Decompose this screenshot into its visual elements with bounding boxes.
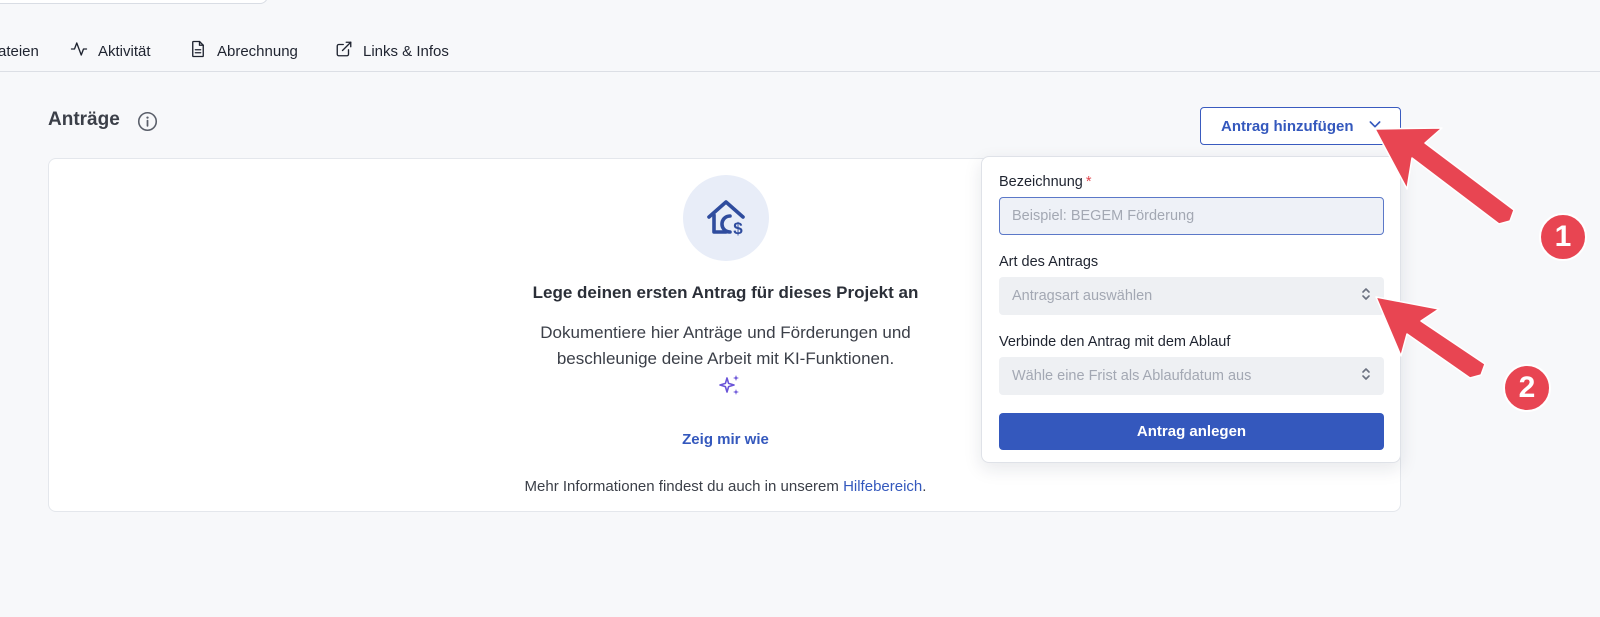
tab-activity-label: Aktivität xyxy=(98,42,151,60)
name-field-label-text: Bezeichnung xyxy=(999,174,1083,190)
tab-files[interactable]: ateien xyxy=(0,41,39,61)
tab-links[interactable]: Links & Infos xyxy=(335,41,449,61)
document-icon xyxy=(189,40,207,62)
help-center-link[interactable]: Hilfebereich xyxy=(843,478,922,495)
show-me-link-label: Zeig mir wie xyxy=(682,431,769,448)
tab-billing[interactable]: Abrechnung xyxy=(189,40,298,62)
tab-links-label: Links & Infos xyxy=(363,42,449,60)
application-type-select[interactable]: Antragsart auswählen xyxy=(999,277,1384,315)
help-footer: Mehr Informationen findest du auch in un… xyxy=(49,478,1402,495)
required-marker: * xyxy=(1085,174,1092,190)
add-application-popover: Bezeichnung* Art des Antrags Antragsart … xyxy=(981,156,1401,463)
type-field-label: Art des Antrags xyxy=(999,254,1099,270)
add-application-label: Antrag hinzufügen xyxy=(1221,117,1354,135)
create-application-button[interactable]: Antrag anlegen xyxy=(999,413,1384,450)
application-type-placeholder: Antragsart auswählen xyxy=(1012,288,1153,304)
deadline-placeholder: Wähle eine Frist als Ablaufdatum aus xyxy=(1012,368,1252,384)
section-title: Anträge xyxy=(48,109,120,130)
info-icon[interactable] xyxy=(137,111,158,132)
help-footer-suffix: . xyxy=(922,478,927,495)
annotation-badge-2: 2 xyxy=(1503,364,1551,412)
activity-icon xyxy=(70,40,88,62)
annotation-arrow-2 xyxy=(1375,296,1486,379)
external-link-icon xyxy=(335,40,353,62)
house-dollar-icon: $ xyxy=(683,175,769,261)
tab-activity[interactable]: Aktivität xyxy=(70,41,151,61)
annotation-badge-1: 1 xyxy=(1539,213,1587,261)
name-field-label: Bezeichnung * xyxy=(999,174,1092,190)
deadline-field-label: Verbinde den Antrag mit dem Ablauf xyxy=(999,334,1231,350)
annotation-arrows xyxy=(1374,127,1515,379)
deadline-select[interactable]: Wähle eine Frist als Ablaufdatum aus xyxy=(999,357,1384,395)
create-application-label: Antrag anlegen xyxy=(1136,423,1247,440)
ai-sparkle-icon xyxy=(718,373,742,397)
annotation-arrow-1 xyxy=(1374,127,1515,225)
tab-files-label: ateien xyxy=(0,42,39,60)
tab-billing-label: Abrechnung xyxy=(217,42,298,60)
svg-text:$: $ xyxy=(733,219,743,238)
tab-bar: ateien Aktivität Abrechnung Links & Info… xyxy=(0,0,1600,72)
name-input[interactable] xyxy=(999,197,1384,235)
help-footer-prefix: Mehr Informationen findest du auch in un… xyxy=(524,478,844,495)
